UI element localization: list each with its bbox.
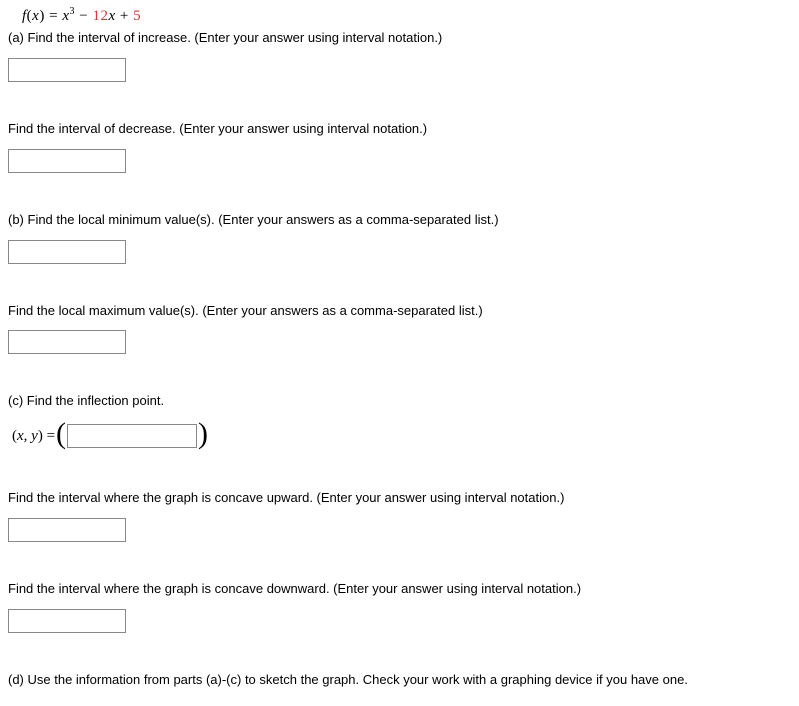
question-a-increase: (a) Find the interval of increase. (Ente…: [8, 29, 791, 48]
function-definition: f(x) = x3 − 12x + 5: [22, 6, 791, 25]
question-c-concave-up: Find the interval where the graph is con…: [8, 489, 791, 508]
input-concave-down[interactable]: [8, 609, 126, 633]
input-concave-up[interactable]: [8, 518, 126, 542]
input-interval-decrease[interactable]: [8, 149, 126, 173]
input-local-max[interactable]: [8, 330, 126, 354]
input-inflection-point[interactable]: [67, 424, 197, 448]
question-c-inflection: (c) Find the inflection point.: [8, 392, 791, 411]
input-local-min[interactable]: [8, 240, 126, 264]
fx-red-5: 5: [133, 8, 141, 24]
question-a-decrease: Find the interval of decrease. (Enter yo…: [8, 120, 791, 139]
question-b-localmin: (b) Find the local minimum value(s). (En…: [8, 211, 791, 230]
fx-plus: +: [116, 8, 133, 24]
big-paren-open: (: [56, 419, 66, 449]
fx-x3: x: [108, 8, 115, 24]
xy-label: (x, y) =: [12, 428, 55, 445]
xy-vars: x, y: [17, 428, 38, 444]
fx-minus: −: [75, 8, 92, 24]
big-paren-close: ): [198, 419, 208, 449]
fx-eq: ) =: [39, 8, 62, 24]
question-c-concave-down: Find the interval where the graph is con…: [8, 580, 791, 599]
fx-red-12: 12: [92, 8, 108, 24]
input-interval-increase[interactable]: [8, 58, 126, 82]
question-d-sketch: (d) Use the information from parts (a)-(…: [8, 671, 791, 690]
xy-answer-row: (x, y) = ( ): [12, 421, 791, 451]
xy-close-eq: ) =: [38, 428, 55, 444]
question-b-localmax: Find the local maximum value(s). (Enter …: [8, 302, 791, 321]
